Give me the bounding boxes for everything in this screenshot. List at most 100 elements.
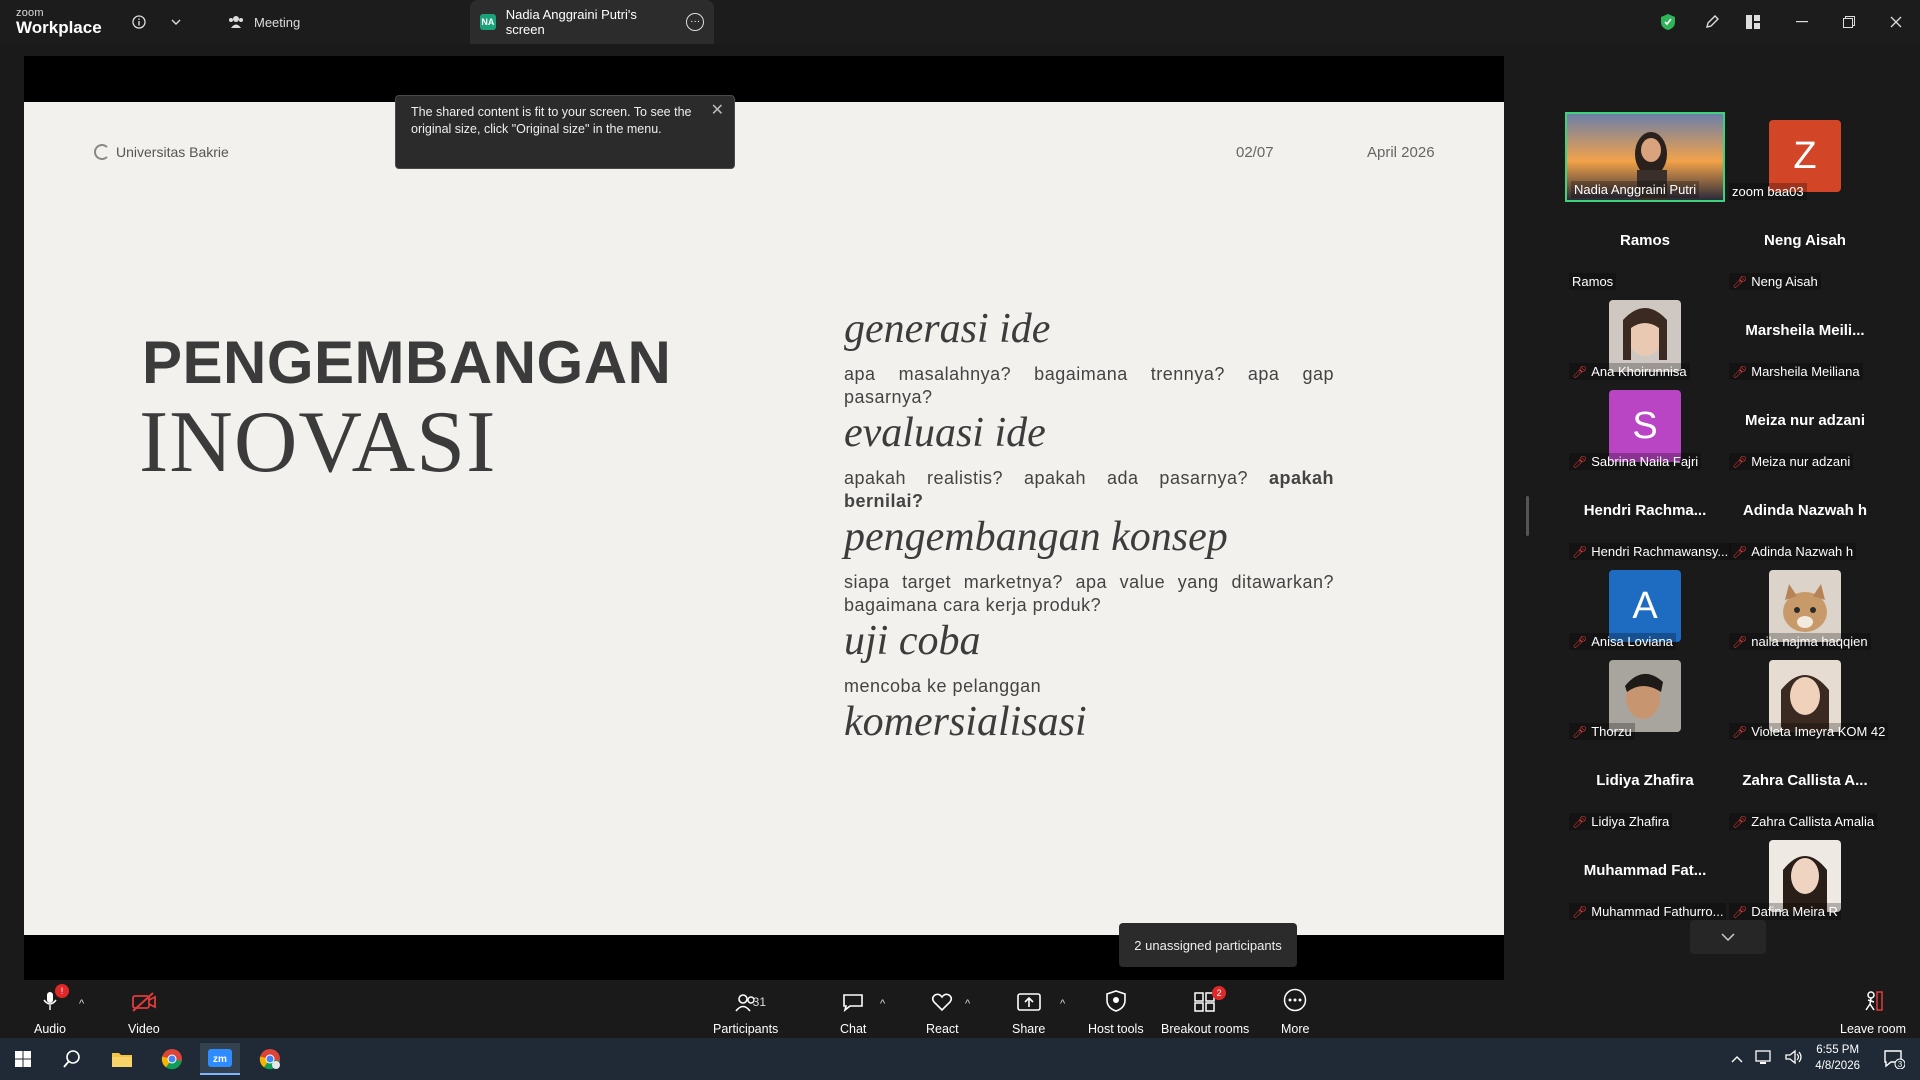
chevron-down-icon [1721, 933, 1735, 941]
participant-name-text: zoom baa03 [1732, 184, 1804, 199]
participant-name: zoom baa03 [1729, 183, 1807, 200]
step-description-text: apakah realistis? apakah ada pasarnya? [844, 468, 1248, 489]
layout-icon[interactable] [1741, 10, 1765, 34]
heart-icon [931, 992, 953, 1016]
participant-tile[interactable]: Z zoom baa03 [1725, 112, 1885, 202]
participant-tile[interactable]: Meiza nur adzani 🎤︎ Meiza nur adzani [1725, 382, 1885, 472]
leave-room-icon [1862, 990, 1884, 1016]
tab-shared-screen[interactable]: NA Nadia Anggraini Putri's screen ··· [470, 0, 714, 44]
university-logo: Universitas Bakrie [94, 144, 229, 160]
participant-tile[interactable]: Adinda Nazwah h 🎤︎ Adinda Nazwah h [1725, 472, 1885, 562]
participant-name-text: Thorzu [1591, 724, 1632, 739]
audio-alert-badge: ! [54, 984, 69, 998]
participant-display-name: Hendri Rachma... [1583, 502, 1707, 519]
host-tools-button[interactable]: Host tools [1088, 984, 1144, 1036]
more-options-icon[interactable]: ··· [686, 13, 704, 31]
host-tools-label: Host tools [1088, 1022, 1144, 1036]
participant-display-name: Zahra Callista A... [1742, 772, 1868, 789]
participant-tile[interactable]: Ramos Ramos [1565, 202, 1725, 292]
windows-taskbar: zm 6:55 PM 4/8/2026 3 [0, 1038, 1920, 1080]
volume-icon[interactable] [1785, 1049, 1803, 1068]
participant-display-name: Marsheila Meili... [1745, 322, 1865, 339]
pencil-icon[interactable] [1700, 10, 1724, 34]
profile-photo [1769, 570, 1841, 642]
react-button[interactable]: React [926, 984, 959, 1036]
muted-mic-icon: 🎤︎ [1572, 634, 1588, 649]
participant-tile[interactable]: 🎤︎ Ana Khoirunnisa [1565, 292, 1725, 382]
chat-options-caret-icon[interactable]: ^ [880, 998, 885, 1010]
windows-start-icon[interactable] [3, 1043, 43, 1075]
participant-display-name: Muhammad Fat... [1583, 862, 1707, 879]
share-button[interactable]: Share [1012, 984, 1045, 1036]
file-explorer-icon[interactable] [102, 1043, 142, 1075]
system-clock[interactable]: 6:55 PM 4/8/2026 [1815, 1042, 1860, 1074]
minimize-icon[interactable] [1790, 10, 1814, 34]
notification-count: 3 [1898, 1060, 1903, 1069]
participant-tile[interactable]: 🎤︎ Violeta Imeyra KOM 42 [1725, 652, 1889, 742]
gallery-resize-handle[interactable] [1526, 496, 1529, 536]
participant-display-name: Ramos [1619, 232, 1671, 249]
participant-tile[interactable]: A 🎤︎ Anisa Loviana [1565, 562, 1725, 652]
audio-button[interactable]: ! Audio [34, 984, 69, 1036]
breakout-rooms-button[interactable]: 2 Breakout rooms [1161, 984, 1249, 1036]
restore-icon[interactable] [1837, 10, 1861, 34]
participants-label: Participants [713, 1022, 779, 1036]
participant-tile[interactable]: Hendri Rachma... 🎤︎ Hendri Rachmawansy... [1565, 472, 1732, 562]
gallery-next-page-button[interactable] [1690, 920, 1766, 954]
notification-center-icon[interactable]: 3 [1874, 1043, 1914, 1075]
participant-tile[interactable]: Muhammad Fat... 🎤︎ Muhammad Fathurro... [1565, 832, 1727, 922]
participant-name-text: Anisa Loviana [1591, 634, 1673, 649]
video-button[interactable]: Video [128, 984, 160, 1036]
participants-icon: 31 [735, 994, 766, 1016]
chrome-profile-icon[interactable] [250, 1043, 290, 1075]
participant-name-text: Marsheila Meiliana [1751, 364, 1860, 379]
video-off-icon [131, 992, 157, 1016]
participant-name: 🎤︎ Lidiya Zhafira [1569, 813, 1673, 830]
participant-name: 🎤︎ Anisa Loviana [1569, 633, 1676, 650]
zoom-app-icon[interactable]: zm [200, 1043, 240, 1075]
muted-mic-icon: 🎤︎ [1732, 904, 1748, 919]
muted-mic-icon: 🎤︎ [1732, 634, 1748, 649]
participant-tile[interactable]: Marsheila Meili... 🎤︎ Marsheila Meiliana [1725, 292, 1885, 382]
react-options-caret-icon[interactable]: ^ [965, 998, 970, 1010]
audio-options-caret-icon[interactable]: ^ [79, 998, 84, 1010]
close-icon[interactable] [1884, 10, 1908, 34]
meeting-toolbar: ! Audio ^ Video 31 Participants Chat ^ R… [0, 980, 1920, 1038]
participant-tile[interactable]: Nadia Anggraini Putri [1565, 112, 1725, 202]
profile-photo [1609, 660, 1681, 732]
leave-room-button[interactable]: Leave room [1840, 984, 1906, 1036]
chevron-down-icon[interactable] [164, 10, 188, 34]
participant-name-text: naila najma haqqien [1751, 634, 1868, 649]
chrome-icon[interactable] [152, 1043, 192, 1075]
participant-tile[interactable]: 🎤︎ Thorzu [1565, 652, 1725, 742]
breakout-label: Breakout rooms [1161, 1022, 1250, 1036]
participant-tile[interactable]: Zahra Callista A... 🎤︎ Zahra Callista Ama… [1725, 742, 1885, 832]
participant-tile[interactable]: 🎤︎ Dafina Meira R [1725, 832, 1885, 922]
participant-name: 🎤︎ Adinda Nazwah h [1729, 543, 1857, 560]
participant-tile[interactable]: S 🎤︎ Sabrina Naila Fajri [1565, 382, 1725, 472]
participant-name-text: Ramos [1572, 274, 1614, 289]
share-options-caret-icon[interactable]: ^ [1060, 998, 1065, 1010]
more-button[interactable]: More [1281, 984, 1309, 1036]
participants-button[interactable]: 31 Participants [713, 984, 778, 1036]
search-icon[interactable] [52, 1043, 92, 1075]
participant-tile[interactable]: Lidiya Zhafira 🎤︎ Lidiya Zhafira [1565, 742, 1725, 832]
participant-tile[interactable]: 🎤︎ naila najma haqqien [1725, 562, 1885, 652]
slide-heading-line-2: INOVASI [139, 394, 497, 491]
shield-icon[interactable] [1656, 10, 1680, 34]
participant-display-name: Meiza nur adzani [1744, 412, 1866, 429]
slide-date: April 2026 [1367, 144, 1435, 161]
title-bar: zoom Workplace Meeting NA Nadia Anggrain… [0, 0, 1920, 44]
participant-display-name: Lidiya Zhafira [1596, 772, 1694, 789]
chat-button[interactable]: Chat [840, 984, 866, 1036]
audio-label: Audio [34, 1022, 66, 1036]
close-icon[interactable]: ✕ [711, 102, 724, 119]
meeting-info-icon[interactable] [127, 10, 151, 34]
tab-meeting[interactable]: Meeting [216, 0, 312, 44]
participant-tile[interactable]: Neng Aisah 🎤︎ Neng Aisah [1725, 202, 1885, 292]
muted-mic-icon: 🎤︎ [1572, 544, 1588, 559]
show-hidden-icons-icon[interactable] [1731, 1051, 1743, 1066]
network-icon[interactable] [1755, 1049, 1773, 1068]
more-label: More [1281, 1022, 1310, 1036]
innovation-steps: generasi ide apa masalahnya? bagaimana t… [844, 307, 1334, 745]
